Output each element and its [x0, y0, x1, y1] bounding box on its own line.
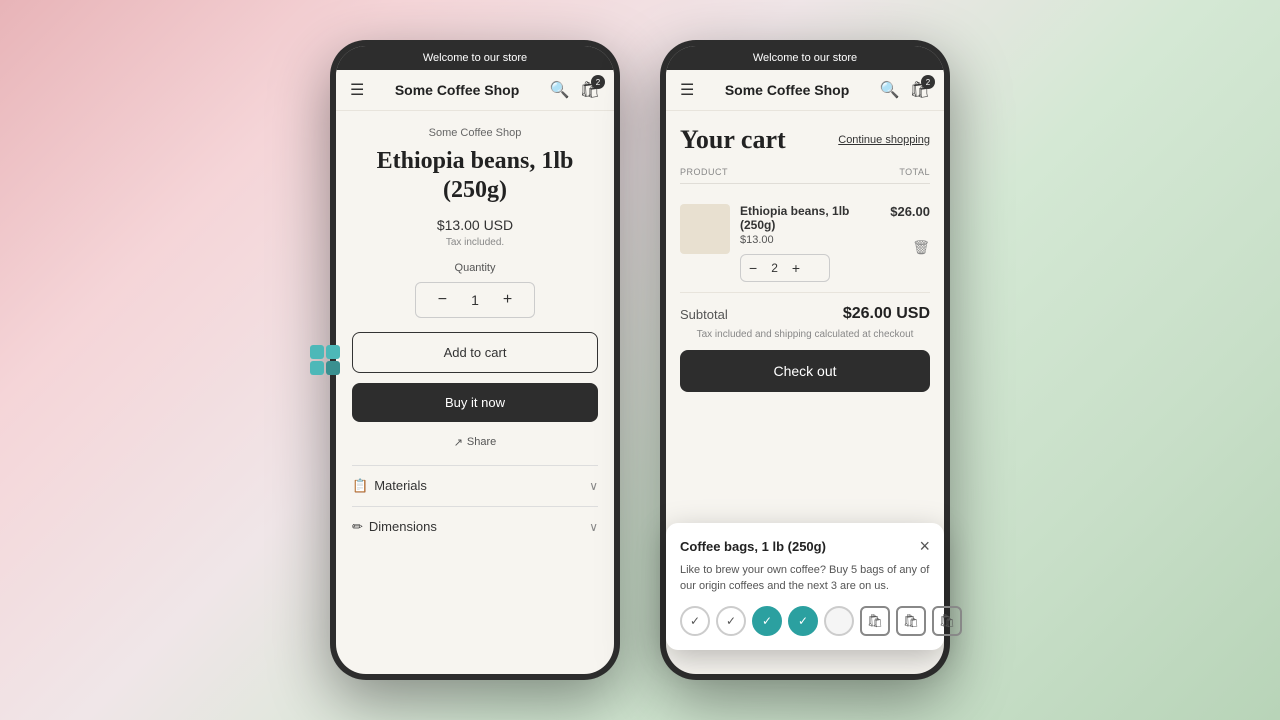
col-product: PRODUCT: [680, 167, 728, 177]
tax-shipping-note: Tax included and shipping calculated at …: [680, 329, 930, 340]
announcement-text-2: Welcome to our store: [753, 52, 857, 64]
accordion-dimensions[interactable]: ✏ Dimensions ∨: [352, 506, 598, 547]
materials-chevron-icon: ∨: [589, 479, 598, 493]
phone-1-screen: Welcome to our store ☰ Some Coffee Shop …: [336, 46, 614, 674]
tax-note: Tax included.: [352, 237, 598, 248]
cart-table-header: PRODUCT TOTAL: [680, 167, 930, 184]
cart-badge-2: 2: [921, 75, 935, 89]
add-to-cart-button[interactable]: Add to cart: [352, 332, 598, 373]
popup-check-icon-1: ✓: [680, 606, 710, 636]
popup-check-icon-4: ✓: [788, 606, 818, 636]
quantity-label: Quantity: [352, 262, 598, 274]
popup-bag-icon-1: 🛍: [860, 606, 890, 636]
product-price: $13.00 USD: [352, 217, 598, 233]
cart-item-row: Ethiopia beans, 1lb (250g) $13.00 − 2 + …: [680, 194, 930, 293]
header-right-1: 🔍 🛍 2: [550, 80, 600, 100]
cart-item-image: [680, 204, 730, 254]
qty-decrease-btn[interactable]: −: [424, 283, 461, 317]
announcement-text-1: Welcome to our store: [423, 52, 527, 64]
cart-icon-wrap-1[interactable]: 🛍 2: [580, 80, 600, 100]
accordion-materials[interactable]: 📋 Materials ∨: [352, 465, 598, 506]
dimensions-chevron-icon: ∨: [589, 520, 598, 534]
cart-qty-value: 2: [765, 256, 784, 280]
continue-shopping-link[interactable]: Continue shopping: [838, 134, 930, 146]
popup-icons-row: ✓ ✓ ✓ ✓ 🛍 🛍 🛍: [680, 606, 930, 636]
header-right-2: 🔍 🛍 2: [880, 80, 930, 100]
subtotal-value: $26.00 USD: [843, 305, 930, 323]
qty-value: 1: [461, 284, 489, 316]
popup-tooltip: Coffee bags, 1 lb (250g) × Like to brew …: [666, 523, 944, 650]
side-icon-1: [310, 345, 324, 359]
side-decoration: [310, 345, 340, 375]
cart-item-details: Ethiopia beans, 1lb (250g) $13.00 − 2 +: [740, 204, 880, 282]
col-total: TOTAL: [899, 167, 930, 177]
product-brand: Some Coffee Shop: [352, 127, 598, 139]
phone-2-screen: Welcome to our store ☰ Some Coffee Shop …: [666, 46, 944, 674]
search-icon-1[interactable]: 🔍: [550, 80, 570, 100]
product-content: Some Coffee Shop Ethiopia beans, 1lb (25…: [336, 111, 614, 674]
share-row: ↗ Share: [352, 436, 598, 449]
share-label: Share: [467, 436, 496, 448]
cart-icon-wrap-2[interactable]: 🛍 2: [910, 80, 930, 100]
checkout-button[interactable]: Check out: [680, 350, 930, 392]
accordion-dimensions-label: ✏ Dimensions: [352, 519, 437, 535]
hamburger-icon-2[interactable]: ☰: [680, 80, 694, 100]
product-title: Ethiopia beans, 1lb (250g): [352, 147, 598, 205]
share-icon: ↗: [454, 436, 463, 449]
cart-header-row: Your cart Continue shopping: [680, 125, 930, 155]
search-icon-2[interactable]: 🔍: [880, 80, 900, 100]
cart-item-right: $26.00 🗑: [890, 204, 930, 256]
hamburger-icon-1[interactable]: ☰: [350, 80, 364, 100]
materials-icon: 📋: [352, 478, 368, 494]
cart-qty-control: − 2 +: [740, 254, 830, 282]
cart-item-unit-price: $13.00: [740, 234, 880, 246]
dimensions-icon: ✏: [352, 519, 363, 535]
store-header-1: ☰ Some Coffee Shop 🔍 🛍 2: [336, 70, 614, 111]
buy-it-now-button[interactable]: Buy it now: [352, 383, 598, 422]
popup-check-icon-3: ✓: [752, 606, 782, 636]
store-title-2: Some Coffee Shop: [725, 82, 849, 99]
subtotal-row: Subtotal $26.00 USD: [680, 293, 930, 329]
delete-item-button[interactable]: 🗑: [912, 239, 930, 256]
popup-check-icon-2: ✓: [716, 606, 746, 636]
popup-empty-circle: [824, 606, 854, 636]
popup-bag-icon-2: 🛍: [896, 606, 926, 636]
cart-badge-1: 2: [591, 75, 605, 89]
popup-title: Coffee bags, 1 lb (250g): [680, 539, 826, 554]
popup-bag-icon-3: 🛍: [932, 606, 944, 636]
store-header-2: ☰ Some Coffee Shop 🔍 🛍 2: [666, 70, 944, 111]
store-title-1: Some Coffee Shop: [395, 82, 519, 99]
cart-item-total: $26.00: [890, 204, 930, 219]
cart-item-name: Ethiopia beans, 1lb (250g): [740, 204, 880, 232]
phone-2: Welcome to our store ☰ Some Coffee Shop …: [660, 40, 950, 680]
popup-header: Coffee bags, 1 lb (250g) ×: [680, 537, 930, 555]
cart-qty-decrease-btn[interactable]: −: [741, 255, 765, 281]
phone-1: Welcome to our store ☰ Some Coffee Shop …: [330, 40, 620, 680]
quantity-control: − 1 +: [415, 282, 535, 318]
popup-text: Like to brew your own coffee? Buy 5 bags…: [680, 563, 930, 594]
popup-close-button[interactable]: ×: [919, 537, 930, 555]
side-icon-3: [310, 361, 324, 375]
cart-qty-increase-btn[interactable]: +: [784, 255, 808, 281]
announcement-bar-1: Welcome to our store: [336, 46, 614, 70]
announcement-bar-2: Welcome to our store: [666, 46, 944, 70]
side-icon-4: [326, 361, 340, 375]
subtotal-label: Subtotal: [680, 307, 728, 322]
accordion-materials-label: 📋 Materials: [352, 478, 427, 494]
qty-increase-btn[interactable]: +: [489, 283, 526, 317]
side-icon-2: [326, 345, 340, 359]
cart-title: Your cart: [680, 125, 786, 155]
